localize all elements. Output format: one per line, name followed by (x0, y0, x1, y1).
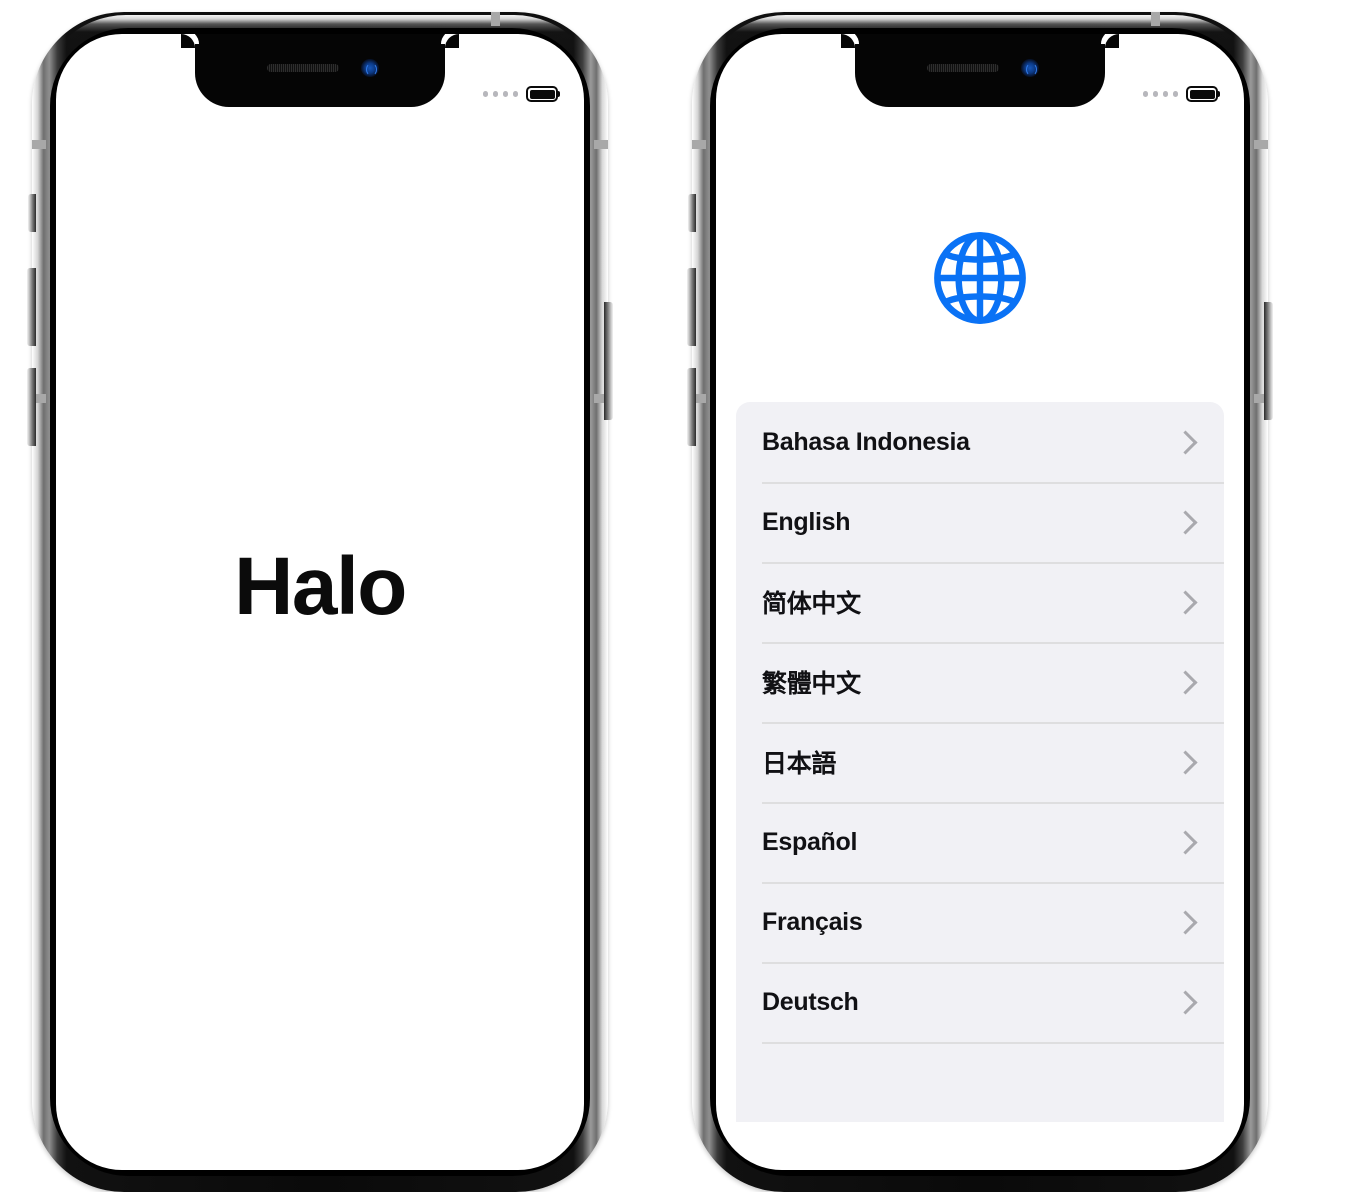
camera-glint (1025, 62, 1037, 76)
power-button[interactable] (1264, 302, 1273, 420)
antenna-band-left-upper (32, 140, 46, 149)
status-bar-right-right-phone (1142, 86, 1220, 102)
phone-notch (841, 34, 1119, 107)
phone-screen-left: Halo (56, 34, 584, 1170)
greeting-container: Halo (56, 34, 584, 1170)
chevron-right-icon (1173, 669, 1198, 695)
mute-switch-button[interactable] (28, 194, 36, 232)
battery-fill (529, 89, 555, 99)
language-row-deutsch[interactable]: Deutsch (736, 962, 1224, 1042)
phone-device-right: Bahasa Indonesia English 简体中文 繁體中文 日本語 E… (687, 12, 1273, 1192)
phone-notch (181, 34, 459, 107)
language-row-simplified-chinese[interactable]: 简体中文 (736, 562, 1224, 642)
language-label: 繁體中文 (762, 670, 861, 698)
earpiece-speaker-icon (927, 64, 999, 72)
language-label: Deutsch (762, 987, 859, 1016)
language-row-english[interactable]: English (736, 482, 1224, 562)
battery-icon (526, 86, 560, 102)
battery-cap (1217, 91, 1220, 97)
signal-dots-icon (482, 91, 518, 97)
phone-screen-right: Bahasa Indonesia English 简体中文 繁體中文 日本語 E… (716, 34, 1244, 1170)
signal-dots-icon (1142, 91, 1178, 97)
volume-up-button[interactable] (27, 268, 36, 346)
language-row-espanol[interactable]: Español (736, 802, 1224, 882)
language-label: 日本語 (762, 750, 837, 778)
volume-up-button[interactable] (687, 268, 696, 346)
globe-icon-container (716, 226, 1244, 330)
language-label: Français (762, 907, 863, 936)
battery-icon (1186, 86, 1220, 102)
chevron-right-icon (1173, 429, 1198, 455)
battery-fill (1189, 89, 1215, 99)
chevron-right-icon (1173, 589, 1198, 615)
front-camera-icon (1021, 59, 1039, 77)
camera-glint (365, 62, 377, 76)
globe-icon (934, 232, 1026, 324)
language-row-japanese[interactable]: 日本語 (736, 722, 1224, 802)
status-bar-right-left-phone (482, 86, 560, 102)
mute-switch-button[interactable] (688, 194, 696, 232)
screenshot-stage: Halo Bahasa Indonesia English 简体中文 繁體中文 … (0, 0, 1370, 1192)
earpiece-speaker-icon (267, 64, 339, 72)
antenna-band-left-upper (692, 140, 706, 149)
front-camera-icon (361, 59, 379, 77)
volume-down-button[interactable] (687, 368, 696, 446)
greeting-text: Halo (234, 541, 407, 632)
language-row-bahasa-indonesia[interactable]: Bahasa Indonesia (736, 402, 1224, 482)
chevron-right-icon (1173, 509, 1198, 535)
antenna-band-right-upper (1254, 140, 1268, 149)
language-row-partial[interactable] (736, 1042, 1224, 1122)
battery-cap (557, 91, 560, 97)
chevron-right-icon (1173, 749, 1198, 775)
chevron-right-icon (1173, 909, 1198, 935)
language-row-traditional-chinese[interactable]: 繁體中文 (736, 642, 1224, 722)
antenna-band-top-right (491, 12, 500, 26)
phone-device-left: Halo (27, 12, 613, 1192)
language-label: English (762, 507, 851, 536)
volume-down-button[interactable] (27, 368, 36, 446)
language-label: 简体中文 (762, 590, 861, 618)
chevron-right-icon (1173, 829, 1198, 855)
language-label: Bahasa Indonesia (762, 427, 970, 456)
language-label: Español (762, 827, 858, 856)
power-button[interactable] (604, 302, 613, 420)
antenna-band-top-right (1151, 12, 1160, 26)
antenna-band-right-upper (594, 140, 608, 149)
language-row-francais[interactable]: Français (736, 882, 1224, 962)
chevron-right-icon (1173, 989, 1198, 1015)
language-list[interactable]: Bahasa Indonesia English 简体中文 繁體中文 日本語 E… (736, 402, 1224, 1122)
